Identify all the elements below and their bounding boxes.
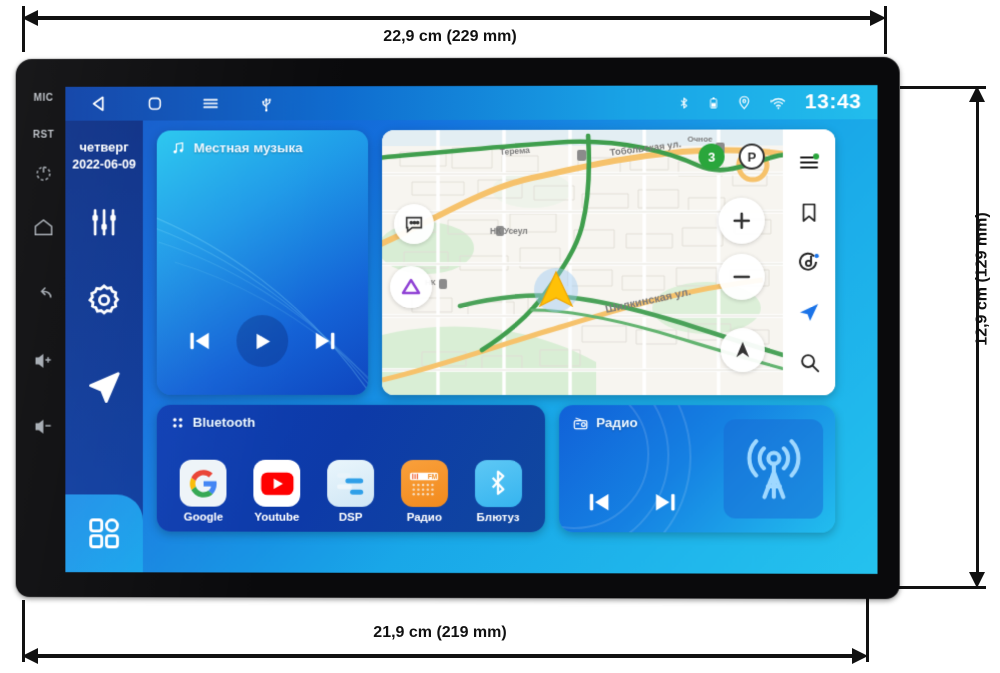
screenshot-root: 22,9 cm (229 mm) 21,9 cm (219 mm) 12,9 c… bbox=[0, 0, 1000, 673]
music-widget-header: Местная музыка bbox=[171, 140, 303, 155]
music-note-icon bbox=[173, 142, 184, 154]
chat-bubble-button[interactable] bbox=[394, 204, 435, 245]
location-icon bbox=[736, 93, 751, 112]
date-display: четверг 2022-06-09 bbox=[72, 139, 136, 173]
home-content: Местная музыка Тобольская ул. Шилкинская… bbox=[143, 119, 878, 574]
status-clock: 13:43 bbox=[804, 90, 862, 114]
equalizer-icon[interactable] bbox=[84, 203, 124, 243]
apps-grid-icon bbox=[173, 417, 183, 427]
music-widget[interactable]: Местная музыка bbox=[156, 130, 369, 395]
music-disc-icon[interactable] bbox=[794, 247, 824, 277]
rst-label: RST bbox=[32, 129, 55, 141]
radio-transport-controls bbox=[585, 488, 679, 516]
nav-home-icon[interactable] bbox=[127, 94, 183, 114]
app-label-bluetooth: Блютуз bbox=[476, 512, 520, 525]
next-station-button[interactable] bbox=[651, 488, 679, 516]
back-icon[interactable] bbox=[33, 282, 55, 304]
app-label-youtube: Youtube bbox=[254, 511, 300, 524]
bluetooth-app-icon bbox=[474, 460, 522, 508]
battery-icon bbox=[707, 93, 719, 112]
youtube-icon bbox=[253, 459, 301, 507]
bookmark-icon[interactable] bbox=[794, 197, 824, 227]
app-shortcut-youtube[interactable]: Youtube bbox=[246, 459, 308, 524]
app-shortcut-google[interactable]: Google bbox=[173, 459, 235, 524]
apps-widget[interactable]: Bluetooth Google Youtube DSP FM Радио Бл… bbox=[156, 404, 546, 533]
app-label-google: Google bbox=[183, 511, 224, 524]
home-icon[interactable] bbox=[33, 216, 55, 238]
previous-track-button[interactable] bbox=[186, 327, 214, 355]
radio-tower-icon bbox=[740, 436, 806, 502]
dimension-bottom-label: 21,9 cm (219 mm) bbox=[373, 624, 507, 641]
nav-usb-icon[interactable] bbox=[238, 93, 294, 113]
layers-menu-icon[interactable] bbox=[794, 147, 824, 177]
dim-bottom-line bbox=[34, 654, 856, 658]
radio-artwork bbox=[723, 419, 824, 519]
navigator-arrow-icon[interactable] bbox=[794, 297, 824, 327]
day-of-week: четверг bbox=[79, 139, 129, 155]
zoom-out-button[interactable] bbox=[718, 253, 765, 300]
map-widget[interactable]: Тобольская ул. Шилкинская ул. НК Усеул Тере… bbox=[382, 129, 836, 396]
settings-gear-icon[interactable] bbox=[84, 281, 124, 321]
date-value: 2022-06-09 bbox=[72, 157, 136, 172]
traffic-level-badge[interactable]: 3 bbox=[698, 143, 725, 170]
parking-badge[interactable]: P bbox=[738, 143, 765, 170]
radio-small-icon bbox=[573, 416, 587, 429]
navigation-arrow-icon[interactable] bbox=[84, 368, 124, 408]
dim-bottom-arrowhead-left bbox=[22, 648, 38, 664]
music-widget-title: Местная музыка bbox=[193, 140, 303, 156]
app-label-radio: Радио bbox=[406, 511, 442, 524]
dim-bottom-arrowhead-right bbox=[852, 648, 868, 664]
left-app-rail: четверг 2022-06-09 bbox=[65, 120, 143, 573]
nav-back-icon[interactable] bbox=[71, 93, 127, 115]
status-icons: 13:43 bbox=[677, 90, 877, 114]
bezel-button-column: MIC RST bbox=[22, 67, 66, 589]
previous-station-button[interactable] bbox=[585, 488, 613, 516]
status-bar: 13:43 bbox=[65, 85, 878, 121]
nav-menu-icon[interactable] bbox=[183, 92, 239, 114]
radio-widget-header: Радио bbox=[573, 415, 638, 430]
radio-icon: FM bbox=[400, 459, 448, 507]
apps-grid-button[interactable] bbox=[65, 494, 143, 573]
app-shortcut-radio[interactable]: FM Радио bbox=[393, 459, 455, 524]
zoom-in-button[interactable] bbox=[718, 197, 765, 244]
dim-right-arrowhead-bottom bbox=[969, 572, 985, 588]
dim-top-line bbox=[34, 16, 874, 20]
wifi-icon bbox=[769, 94, 788, 109]
mic-label: MIC bbox=[33, 92, 54, 104]
app-label-dsp: DSP bbox=[338, 511, 363, 524]
volume-up-icon[interactable] bbox=[33, 350, 55, 372]
map-canvas[interactable] bbox=[382, 129, 836, 396]
svg-text:FM: FM bbox=[428, 474, 437, 481]
dim-top-arrowhead-left bbox=[22, 10, 38, 26]
next-track-button[interactable] bbox=[311, 327, 339, 355]
compass-arrow-button[interactable] bbox=[720, 328, 765, 373]
power-icon[interactable] bbox=[33, 163, 55, 185]
head-unit-device: MIC RST 13:43 четверг 2022-06-09 Местная… bbox=[15, 56, 900, 600]
google-icon bbox=[180, 459, 227, 507]
volume-down-icon[interactable] bbox=[33, 416, 55, 438]
dim-top-arrowhead-right bbox=[870, 10, 886, 26]
radio-widget[interactable]: Радио bbox=[559, 405, 836, 533]
dimension-top-label: 22,9 cm (229 mm) bbox=[383, 28, 517, 45]
dsp-icon bbox=[327, 459, 375, 507]
app-shortcut-dsp[interactable]: DSP bbox=[320, 459, 382, 524]
traffic-level-value: 3 bbox=[707, 149, 716, 165]
map-search-icon[interactable] bbox=[794, 347, 824, 377]
music-transport-controls bbox=[157, 315, 368, 367]
app-shortcut-bluetooth[interactable]: Блютуз bbox=[467, 460, 529, 524]
app-shortcut-row: Google Youtube DSP FM Радио Блютуз bbox=[157, 459, 545, 524]
play-button[interactable] bbox=[236, 315, 289, 367]
dimension-right-label: 12,9 cm (129 mm) bbox=[973, 212, 991, 346]
touchscreen[interactable]: 13:43 четверг 2022-06-09 Местная музыка … bbox=[65, 85, 878, 574]
apps-widget-title: Bluetooth bbox=[192, 414, 256, 430]
dim-right-arrowhead-top bbox=[969, 86, 985, 102]
apps-widget-header: Bluetooth bbox=[171, 414, 256, 430]
alice-assistant-button[interactable] bbox=[390, 266, 433, 309]
parking-value: P bbox=[747, 149, 757, 165]
radio-widget-title: Радио bbox=[596, 415, 638, 431]
bluetooth-icon bbox=[677, 93, 690, 112]
map-toolbar bbox=[782, 129, 836, 396]
